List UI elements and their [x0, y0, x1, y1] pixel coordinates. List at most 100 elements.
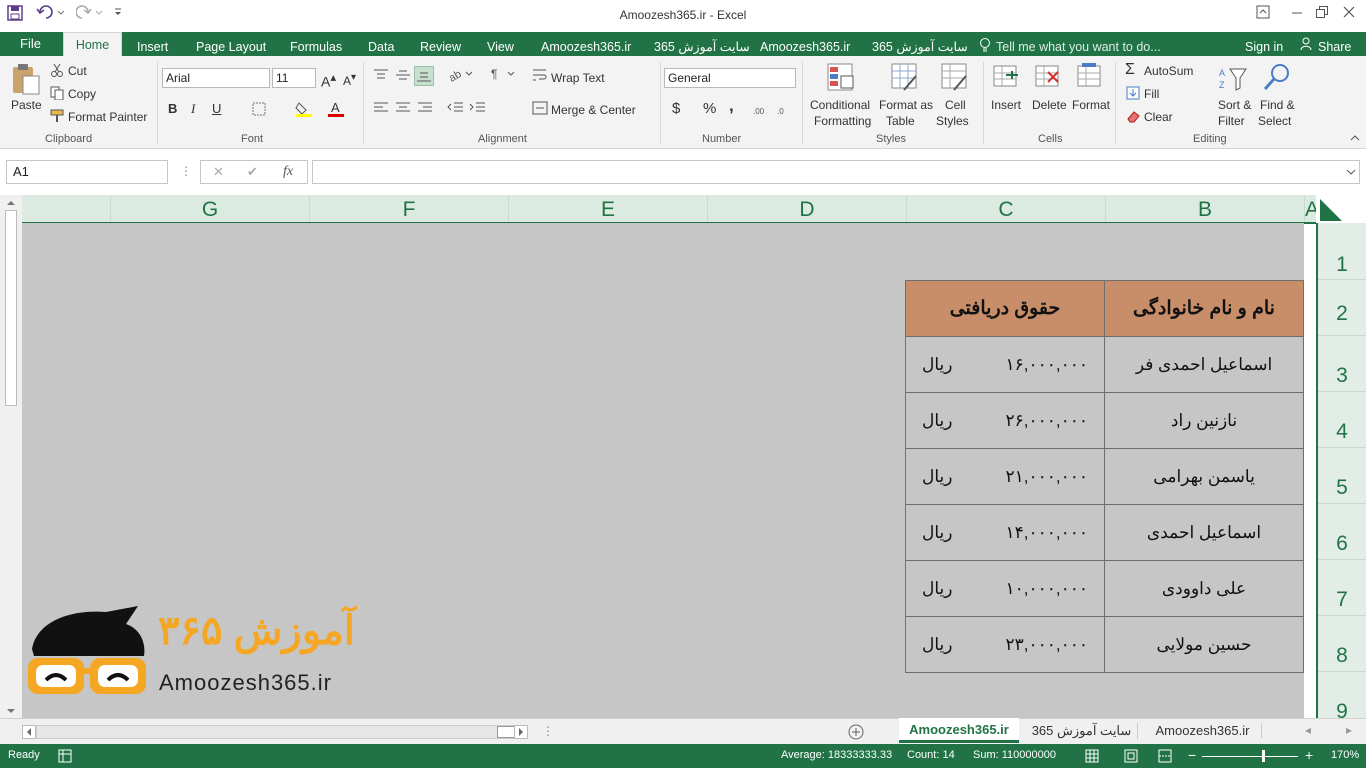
tab-view[interactable]: View: [487, 38, 514, 56]
row-header-9[interactable]: 9: [1318, 672, 1366, 723]
header-name-cell[interactable]: نام و نام خانوادگی: [1104, 280, 1304, 337]
macro-record-icon[interactable]: [58, 749, 72, 763]
name-cell[interactable]: اسماعیل احمدی فر: [1104, 336, 1304, 393]
zoom-slider-track[interactable]: [1202, 756, 1298, 757]
column-header-d[interactable]: D: [707, 195, 906, 223]
hscroll-left-icon[interactable]: [22, 725, 36, 739]
align-middle-icon[interactable]: [394, 68, 412, 82]
column-header-b[interactable]: B: [1105, 195, 1304, 223]
column-header-a[interactable]: A: [1304, 195, 1316, 223]
column-header-c[interactable]: C: [906, 195, 1105, 223]
tab-custom-1[interactable]: Amoozesh365.ir: [541, 38, 631, 56]
scroll-down-icon[interactable]: [6, 707, 16, 715]
underline-button[interactable]: U: [212, 101, 221, 116]
column-header-e[interactable]: E: [508, 195, 707, 223]
wrap-text-button[interactable]: Wrap Text: [551, 71, 605, 85]
row-header-3[interactable]: 3: [1318, 336, 1366, 392]
sheet-tab-active[interactable]: Amoozesh365.ir: [899, 718, 1019, 743]
borders-icon[interactable]: [252, 102, 268, 116]
tab-file[interactable]: File: [20, 32, 41, 56]
currency-button[interactable]: $: [672, 100, 680, 117]
number-format-select[interactable]: General: [664, 68, 796, 88]
salary-cell[interactable]: ۱۴,۰۰۰,۰۰۰ ریال: [905, 504, 1105, 561]
salary-cell[interactable]: ۲۶,۰۰۰,۰۰۰ ریال: [905, 392, 1105, 449]
styles-label[interactable]: Styles: [936, 114, 969, 128]
align-right-icon[interactable]: [416, 101, 434, 115]
align-bottom-button[interactable]: [414, 66, 434, 86]
zoom-level[interactable]: 170%: [1331, 749, 1359, 761]
vertical-scroll-thumb[interactable]: [5, 210, 17, 406]
conditional-formatting-label[interactable]: Conditional: [810, 98, 870, 112]
font-name-select[interactable]: Arial: [162, 68, 270, 88]
tab-home[interactable]: Home: [63, 32, 122, 57]
paste-icon[interactable]: [10, 62, 42, 96]
row-header-7[interactable]: 7: [1318, 560, 1366, 616]
name-cell[interactable]: اسماعیل احمدی: [1104, 504, 1304, 561]
align-top-icon[interactable]: [372, 68, 390, 82]
conditional-formatting-icon[interactable]: [826, 62, 856, 94]
format-as-label[interactable]: Format as: [879, 98, 933, 112]
name-cell[interactable]: حسین مولایی: [1104, 616, 1304, 673]
comma-button[interactable]: ,: [729, 96, 734, 116]
name-cell[interactable]: یاسمن بهرامی: [1104, 448, 1304, 505]
row-header-1[interactable]: 1: [1318, 223, 1366, 280]
cut-button[interactable]: Cut: [68, 64, 87, 78]
column-header-g[interactable]: G: [110, 195, 309, 223]
decrease-decimal-icon[interactable]: .0: [776, 101, 796, 117]
vertical-scrollbar[interactable]: [0, 195, 22, 718]
row-header-5[interactable]: 5: [1318, 448, 1366, 504]
format-cells-icon[interactable]: [1076, 62, 1104, 92]
minimize-icon[interactable]: [1290, 5, 1304, 19]
font-color-icon[interactable]: A: [327, 100, 347, 118]
delete-cells-icon[interactable]: [1034, 62, 1062, 92]
salary-cell[interactable]: ۲۱,۰۰۰,۰۰۰ ریال: [905, 448, 1105, 505]
shrink-font-icon[interactable]: A▾: [343, 72, 356, 88]
copy-button[interactable]: Copy: [68, 87, 96, 101]
merge-center-button[interactable]: Merge & Center: [551, 103, 636, 117]
page-layout-view-icon[interactable]: [1124, 749, 1138, 763]
enter-icon[interactable]: ✔: [247, 164, 258, 180]
insert-cells-icon[interactable]: [992, 62, 1020, 92]
select-all-corner[interactable]: [1316, 195, 1366, 223]
sheet-tab-2[interactable]: سایت آموزش 365: [1026, 723, 1138, 739]
row-header-6[interactable]: 6: [1318, 504, 1366, 560]
share-button[interactable]: Share: [1318, 38, 1351, 56]
new-sheet-icon[interactable]: [847, 723, 865, 741]
tab-formulas[interactable]: Formulas: [290, 38, 342, 56]
page-break-view-icon[interactable]: [1158, 749, 1172, 763]
hscroll-right-icon[interactable]: [514, 725, 528, 739]
sort-label[interactable]: Sort &: [1218, 98, 1251, 112]
increase-decimal-icon[interactable]: .00: [752, 101, 772, 117]
name-cell[interactable]: علی داوودی: [1104, 560, 1304, 617]
orientation-icon[interactable]: ab: [448, 66, 474, 82]
insert-cells-button[interactable]: Insert: [991, 98, 1021, 112]
format-painter-button[interactable]: Format Painter: [68, 110, 147, 124]
cancel-icon[interactable]: ✕: [213, 164, 224, 180]
salary-cell[interactable]: ۱۰,۰۰۰,۰۰۰ ریال: [905, 560, 1105, 617]
restore-icon[interactable]: [1315, 5, 1329, 19]
align-left-icon[interactable]: [372, 101, 390, 115]
increase-indent-icon[interactable]: [468, 101, 486, 115]
clear-button[interactable]: Clear: [1144, 110, 1173, 124]
autosum-button[interactable]: AutoSum: [1144, 64, 1193, 78]
font-size-select[interactable]: 11: [272, 68, 316, 88]
zoom-out-icon[interactable]: −: [1188, 747, 1196, 763]
zoom-in-icon[interactable]: +: [1305, 747, 1313, 763]
ribbon-display-icon[interactable]: [1256, 5, 1270, 19]
fill-color-icon[interactable]: [295, 100, 315, 118]
row-header-4[interactable]: 4: [1318, 392, 1366, 448]
filter-label[interactable]: Filter: [1218, 114, 1245, 128]
tab-page-layout[interactable]: Page Layout: [196, 38, 266, 56]
select-label[interactable]: Select: [1258, 114, 1291, 128]
format-cells-button[interactable]: Format: [1072, 98, 1110, 112]
cell-label[interactable]: Cell: [945, 98, 966, 112]
decrease-indent-icon[interactable]: [446, 101, 464, 115]
find-label[interactable]: Find &: [1260, 98, 1295, 112]
tell-me-search[interactable]: Tell me what you want to do...: [996, 38, 1161, 56]
tab-review[interactable]: Review: [420, 38, 461, 56]
scroll-up-icon[interactable]: [6, 199, 16, 207]
header-salary-cell[interactable]: حقوق دریافتی: [905, 280, 1105, 337]
row-header-8[interactable]: 8: [1318, 616, 1366, 672]
cell-styles-icon[interactable]: [940, 62, 970, 94]
sheet-scroll-right-icon[interactable]: ▸: [1346, 723, 1352, 737]
